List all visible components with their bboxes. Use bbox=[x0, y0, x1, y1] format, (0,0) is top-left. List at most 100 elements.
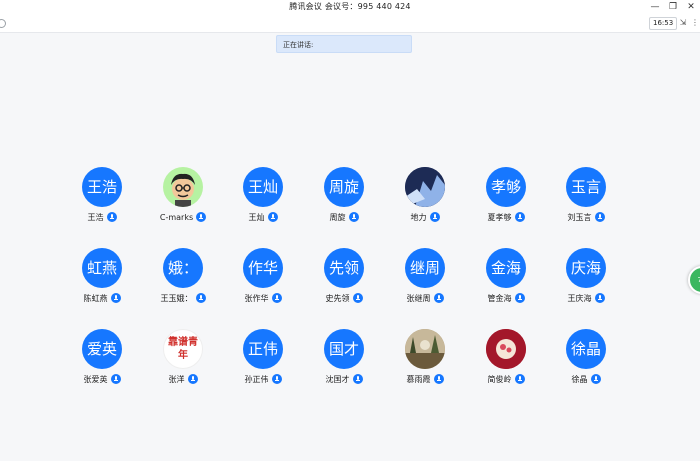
participant-tile[interactable]: 国才 沈国才 bbox=[304, 329, 384, 391]
participant-name: 张洋 bbox=[168, 374, 185, 384]
microphone-icon bbox=[594, 293, 605, 303]
flower-photo-icon bbox=[486, 329, 526, 369]
microphone-icon bbox=[271, 293, 282, 303]
participant-tile[interactable]: 王浩 王浩 bbox=[62, 167, 142, 229]
floating-chat-button[interactable]: 72 bbox=[688, 266, 700, 294]
landscape-photo-icon bbox=[405, 329, 445, 369]
avatar: 先领 bbox=[324, 248, 364, 288]
participant-name: 管金海 bbox=[487, 293, 512, 303]
participant-name: 陈虹燕 bbox=[83, 293, 108, 303]
participant-tile[interactable]: 徐晶 徐晶 bbox=[546, 329, 626, 391]
participant-name: C-marks bbox=[159, 212, 194, 222]
participant-name: 孙正伟 bbox=[244, 374, 269, 384]
microphone-icon bbox=[514, 374, 525, 384]
avatar: 周旋 bbox=[324, 167, 364, 207]
participant-tile[interactable]: 爱英 张爱英 bbox=[62, 329, 142, 391]
avatar-photo-image bbox=[405, 167, 445, 207]
avatar: 虹燕 bbox=[82, 248, 122, 288]
avatar: 作华 bbox=[243, 248, 283, 288]
participant-tile[interactable]: 王灿 王灿 bbox=[223, 167, 303, 229]
microphone-icon bbox=[106, 212, 117, 222]
avatar: 正伟 bbox=[243, 329, 283, 369]
participant-tile[interactable]: 慕雨霞 bbox=[385, 329, 465, 391]
participant-name: 张继周 bbox=[406, 293, 431, 303]
participant-tile[interactable]: 孝够 夏孝够 bbox=[466, 167, 546, 229]
meeting-timer: 16:53 bbox=[649, 17, 678, 30]
avatar: 国才 bbox=[324, 329, 364, 369]
avatar: 继周 bbox=[405, 248, 445, 288]
microphone-icon bbox=[348, 212, 359, 222]
microphone-icon bbox=[187, 374, 198, 384]
participant-tile[interactable]: 周旋 周旋 bbox=[304, 167, 384, 229]
avatar: 金海 bbox=[486, 248, 526, 288]
participant-tile[interactable]: 地力 bbox=[385, 167, 465, 229]
avatar: 徐晶 bbox=[566, 329, 606, 369]
fullscreen-icon[interactable]: ⇲ bbox=[679, 17, 687, 28]
microphone-icon bbox=[196, 212, 207, 222]
participant-name: 王浩 bbox=[87, 212, 104, 222]
participant-name: 史先领 bbox=[325, 293, 350, 303]
participant-name: 王灿 bbox=[248, 212, 265, 222]
participant-tile[interactable]: 金海 管金海 bbox=[466, 248, 546, 310]
close-button[interactable]: ✕ bbox=[686, 0, 696, 14]
microphone-icon bbox=[433, 374, 444, 384]
restore-button[interactable]: ❐ bbox=[668, 0, 678, 14]
avatar: 庆海 bbox=[566, 248, 606, 288]
participant-name: 周旋 bbox=[329, 212, 346, 222]
participant-name: 张爱英 bbox=[83, 374, 108, 384]
window-title: 腾讯会议 会议号：995 440 424 bbox=[289, 2, 411, 11]
participant-name: 夏孝够 bbox=[487, 212, 512, 222]
minimize-button[interactable]: — bbox=[650, 0, 660, 14]
participant-name: 王庆海 bbox=[567, 293, 592, 303]
participant-tile[interactable]: 先领 史先领 bbox=[304, 248, 384, 310]
participant-tile[interactable]: 正伟 孙正伟 bbox=[223, 329, 303, 391]
blue-photo-icon bbox=[405, 167, 445, 207]
participant-name: 张作华 bbox=[244, 293, 269, 303]
avatar: 娥： bbox=[163, 248, 203, 288]
microphone-icon bbox=[110, 293, 121, 303]
microphone-icon bbox=[514, 212, 525, 222]
microphone-icon bbox=[267, 212, 278, 222]
microphone-icon bbox=[429, 212, 440, 222]
participant-tile[interactable]: C-marks bbox=[143, 167, 223, 229]
microphone-icon bbox=[352, 293, 363, 303]
avatar: 玉言 bbox=[566, 167, 606, 207]
avatar: 王浩 bbox=[82, 167, 122, 207]
avatar-cartoon-image bbox=[163, 167, 203, 207]
participant-tile[interactable]: 娥： 王玉娥： bbox=[143, 248, 223, 310]
microphone-icon bbox=[195, 293, 206, 303]
meeting-toolbar: 16:53 ⇲ ⋮ bbox=[0, 14, 700, 33]
side-handle-icon[interactable] bbox=[0, 19, 6, 28]
participant-tile[interactable]: 继周 张继周 bbox=[385, 248, 465, 310]
microphone-icon bbox=[514, 293, 525, 303]
microphone-icon bbox=[110, 374, 121, 384]
microphone-icon bbox=[352, 374, 363, 384]
participant-tile[interactable]: 作华 张作华 bbox=[223, 248, 303, 310]
participant-tile[interactable]: 庆海 王庆海 bbox=[546, 248, 626, 310]
avatar-logo-image: 靠谱青年 bbox=[163, 329, 203, 369]
more-icon[interactable]: ⋮ bbox=[691, 17, 699, 28]
participant-name: 沈国才 bbox=[325, 374, 350, 384]
participant-name: 王玉娥： bbox=[160, 293, 193, 303]
microphone-icon bbox=[271, 374, 282, 384]
window-controls: — ❐ ✕ bbox=[650, 0, 696, 14]
avatar: 爱英 bbox=[82, 329, 122, 369]
participant-name: 简俊岭 bbox=[487, 374, 512, 384]
participant-name: 刘玉言 bbox=[567, 212, 592, 222]
cartoon-face-icon bbox=[171, 173, 195, 207]
microphone-icon bbox=[590, 374, 601, 384]
speaking-indicator: 正在讲话: bbox=[276, 35, 412, 53]
microphone-icon bbox=[594, 212, 605, 222]
participant-tile[interactable]: 虹燕 陈虹燕 bbox=[62, 248, 142, 310]
participant-tile[interactable]: 玉言 刘玉言 bbox=[546, 167, 626, 229]
participant-name: 地力 bbox=[410, 212, 427, 222]
avatar-red-image bbox=[486, 329, 526, 369]
avatar-landscape-image bbox=[405, 329, 445, 369]
participant-tile[interactable]: 简俊岭 bbox=[466, 329, 546, 391]
participant-name: 徐晶 bbox=[571, 374, 588, 384]
avatar: 王灿 bbox=[243, 167, 283, 207]
microphone-icon bbox=[433, 293, 444, 303]
avatar: 孝够 bbox=[486, 167, 526, 207]
participant-tile[interactable]: 靠谱青年 张洋 bbox=[143, 329, 223, 391]
title-bar: 腾讯会议 会议号：995 440 424 — ❐ ✕ bbox=[0, 0, 700, 14]
